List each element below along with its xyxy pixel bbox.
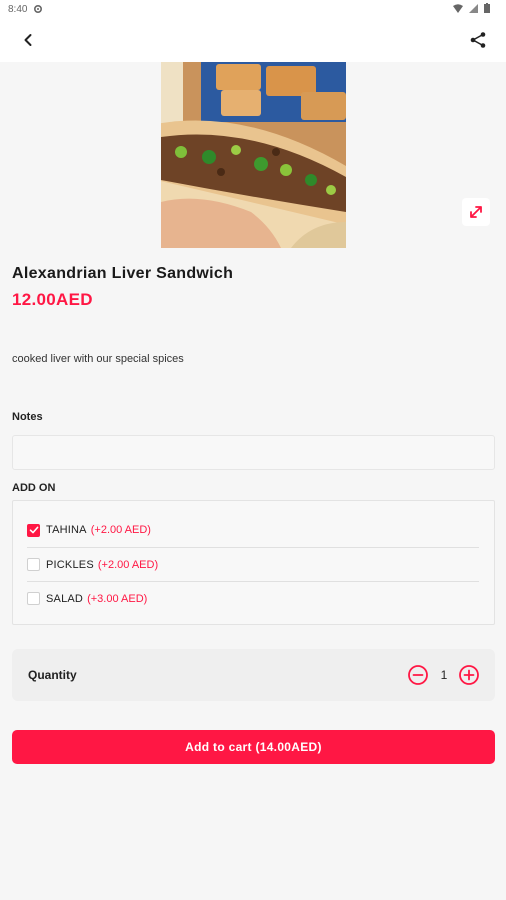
- addon-item-pickles[interactable]: PICKLES (+2.00 AED): [27, 547, 479, 581]
- expand-icon: [470, 206, 482, 218]
- app-bar: [0, 18, 506, 62]
- notes-input[interactable]: [12, 435, 495, 470]
- wifi-icon: [453, 3, 463, 13]
- status-time: 8:40: [8, 3, 28, 15]
- quantity-stepper: Quantity 1: [12, 649, 495, 701]
- sandwich-illustration: [161, 62, 346, 248]
- addon-list: TAHINA (+2.00 AED) PICKLES (+2.00 AED) S…: [12, 500, 495, 625]
- addon-item-tahina[interactable]: TAHINA (+2.00 AED): [27, 513, 479, 547]
- minus-circle-icon: [408, 665, 428, 685]
- quantity-value: 1: [440, 668, 448, 682]
- addon-item-salad[interactable]: SALAD (+3.00 AED): [27, 581, 479, 615]
- share-button[interactable]: [466, 28, 490, 52]
- quantity-label: Quantity: [28, 668, 77, 682]
- settings-icon: [34, 4, 43, 14]
- addon-price: (+3.00 AED): [87, 592, 148, 605]
- share-icon: [470, 32, 486, 48]
- addon-section-label: ADD ON: [12, 482, 56, 494]
- back-button[interactable]: [16, 28, 40, 52]
- addon-name: PICKLES: [46, 558, 94, 571]
- addon-price: (+2.00 AED): [90, 524, 151, 536]
- add-to-cart-button[interactable]: Add to cart (14.00AED): [12, 730, 495, 764]
- chevron-left-icon: [24, 34, 32, 46]
- addon-price: (+2.00 AED): [97, 558, 159, 571]
- check-icon: [29, 526, 38, 534]
- status-bar: 8:40: [0, 0, 506, 18]
- product-description: cooked liver with our special spices: [12, 353, 184, 365]
- battery-icon: [484, 3, 490, 13]
- signal-icon: [469, 3, 478, 13]
- addon-checkbox-pickles[interactable]: [27, 558, 40, 571]
- addon-name: SALAD: [46, 592, 84, 605]
- expand-image-button[interactable]: [462, 198, 490, 226]
- product-title: Alexandrian Liver Sandwich: [12, 265, 234, 282]
- notes-label: Notes: [12, 411, 43, 423]
- addon-name: TAHINA: [46, 524, 87, 536]
- plus-circle-icon: [459, 665, 479, 685]
- addon-checkbox-salad[interactable]: [27, 592, 40, 605]
- product-price: 12.00AED: [12, 290, 93, 309]
- product-image: [161, 62, 346, 248]
- increase-quantity-button[interactable]: [458, 664, 480, 686]
- decrease-quantity-button[interactable]: [407, 664, 429, 686]
- addon-checkbox-tahina[interactable]: [27, 523, 40, 537]
